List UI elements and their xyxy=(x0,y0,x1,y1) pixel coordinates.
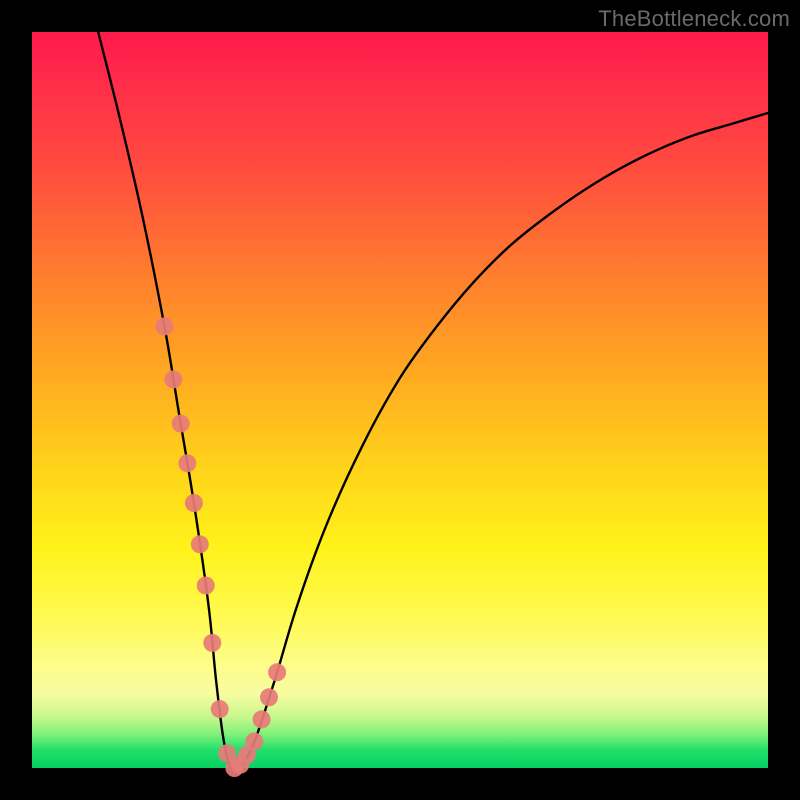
data-dot xyxy=(197,577,215,595)
data-dot xyxy=(172,415,190,433)
data-dot xyxy=(178,454,196,472)
data-dot xyxy=(260,688,278,706)
chart-frame: TheBottleneck.com xyxy=(0,0,800,800)
data-dot xyxy=(245,733,263,751)
data-dot xyxy=(156,317,174,335)
data-dot xyxy=(211,700,229,718)
plot-area xyxy=(32,32,768,768)
curve-path-group xyxy=(98,32,768,771)
bottleneck-curve xyxy=(98,32,768,771)
data-dot xyxy=(164,370,182,388)
data-dot xyxy=(191,535,209,553)
bottleneck-curve-svg xyxy=(32,32,768,768)
data-dot xyxy=(185,494,203,512)
data-dot xyxy=(253,710,271,728)
data-dot xyxy=(268,663,286,681)
watermark-text: TheBottleneck.com xyxy=(598,6,790,32)
data-dot xyxy=(203,634,221,652)
